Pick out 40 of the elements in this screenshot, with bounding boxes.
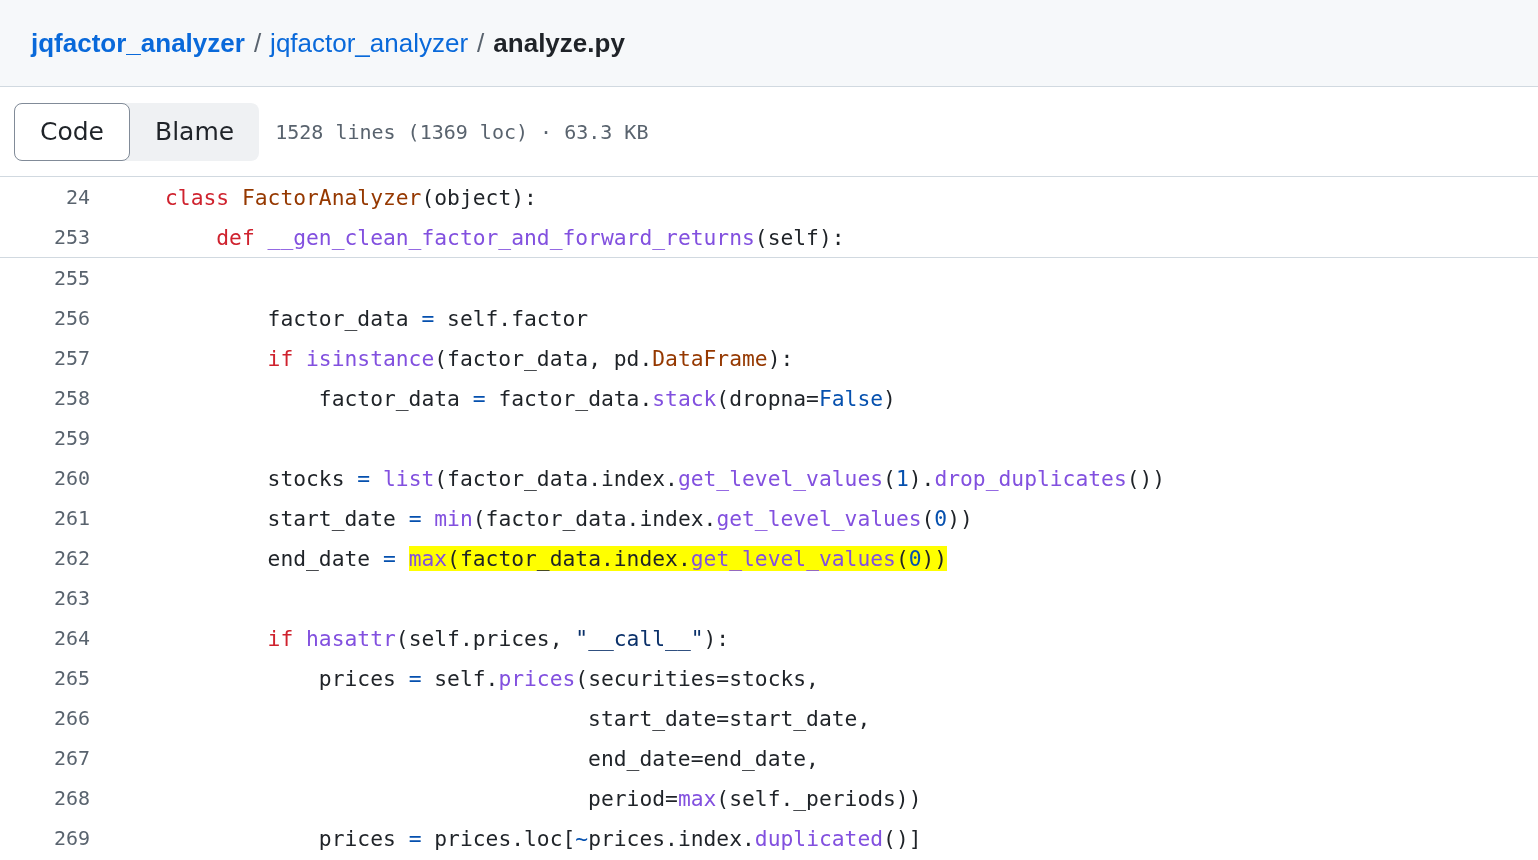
code-line: prices = self.prices(securities=stocks, xyxy=(317,665,819,691)
code-line: def __gen_clean_factor_and_forward_returns(self): xyxy=(215,224,845,250)
code-line: factor_data = self.factor xyxy=(266,305,589,331)
breadcrumb-separator: / xyxy=(253,27,262,59)
line-number: 265 xyxy=(52,666,90,690)
highlighted-code: max(factor_data.index.get_level_values(0)) xyxy=(408,545,948,571)
line-number: 263 xyxy=(52,586,90,610)
line-number: 259 xyxy=(52,426,90,450)
code-line: end_date = xyxy=(266,545,397,571)
breadcrumb-link[interactable]: jqfactor_analyzer xyxy=(270,27,469,59)
code-line: factor_data = factor_data.stack(dropna=False) xyxy=(317,385,896,411)
line-number: 255 xyxy=(52,266,90,290)
code-line: class FactorAnalyzer(object): xyxy=(165,184,537,210)
line-number: 253 xyxy=(52,225,90,249)
line-number: 264 xyxy=(52,626,90,650)
breadcrumb-link[interactable]: jqfactor_analyzer xyxy=(31,27,245,59)
line-number: 269 xyxy=(52,826,90,850)
breadcrumb-separator: / xyxy=(477,27,485,59)
view-tab[interactable]: Blame xyxy=(130,102,260,161)
file-info: 1528 lines (1369 loc) · 63.3 KB xyxy=(275,119,649,144)
line-number: 258 xyxy=(52,386,90,410)
code-line: start_date=start_date, xyxy=(587,705,871,731)
line-number: 261 xyxy=(52,506,90,530)
code-line: start_date = min(factor_data.index.get_level_values(0)) xyxy=(266,505,973,531)
file-name: analyze.py xyxy=(493,27,625,59)
line-number: 260 xyxy=(52,466,90,490)
code-line: if isinstance(factor_data, pd.DataFrame): xyxy=(266,345,794,371)
code-line: stocks = list(factor_data.index.get_level_values(1).drop_duplicates()) xyxy=(266,465,1166,491)
line-number: 268 xyxy=(52,786,90,810)
line-number: 256 xyxy=(52,306,90,330)
code-line: period=max(self._periods)) xyxy=(587,785,922,811)
view-tab[interactable]: Code xyxy=(14,102,130,161)
code-line: end_date=end_date, xyxy=(587,745,819,771)
line-number: 266 xyxy=(52,706,90,730)
line-number: 257 xyxy=(52,346,90,370)
code-line: if hasattr(self.prices, "__call__"): xyxy=(266,625,730,651)
line-number: 267 xyxy=(52,746,90,770)
line-number: 262 xyxy=(52,546,90,570)
line-number: 24 xyxy=(64,185,90,209)
code-line: prices = prices.loc[~prices.index.duplicated()] xyxy=(317,825,922,851)
